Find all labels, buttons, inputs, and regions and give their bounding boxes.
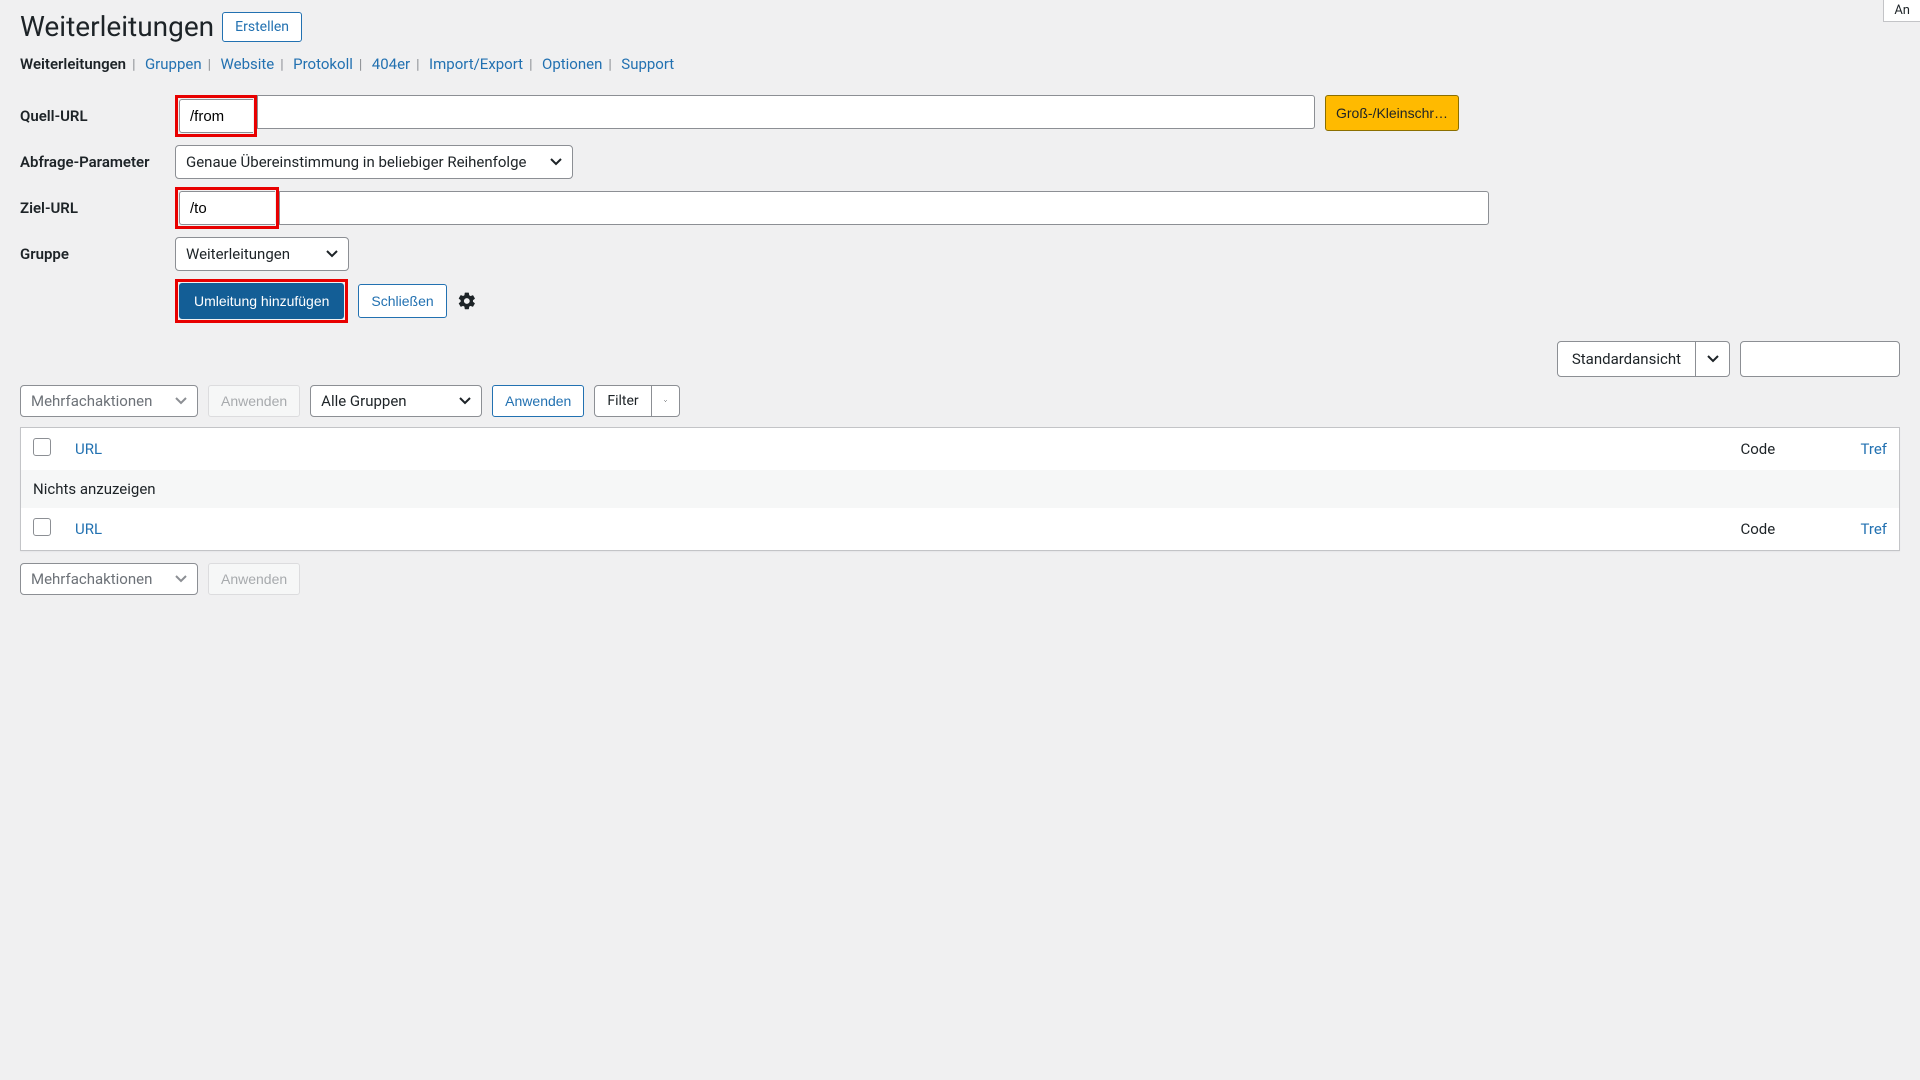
col-hits-header[interactable]: Tref: [1860, 440, 1887, 458]
col-code-header: Code: [1740, 440, 1775, 458]
bulk-actions-select-bottom[interactable]: Mehrfachaktionen: [20, 563, 198, 595]
col-hits-footer[interactable]: Tref: [1860, 520, 1887, 538]
filter-button[interactable]: Filter: [594, 385, 679, 417]
target-url-label: Ziel-URL: [20, 183, 175, 233]
query-param-label: Abfrage-Parameter: [20, 141, 175, 183]
separator: |: [132, 57, 135, 73]
tab-404[interactable]: 404er: [372, 55, 410, 73]
separator: |: [416, 57, 419, 73]
select-all-checkbox-foot[interactable]: [33, 518, 51, 536]
group-filter-select[interactable]: Alle Gruppen: [310, 385, 482, 417]
separator: |: [529, 57, 532, 73]
select-all-checkbox[interactable]: [33, 438, 51, 456]
separator: |: [608, 57, 611, 73]
col-url-footer[interactable]: URL: [75, 520, 102, 538]
group-value: Weiterleitungen: [186, 245, 290, 263]
bulk-actions-label: Mehrfachaktionen: [31, 392, 152, 410]
separator: |: [359, 57, 362, 73]
bulk-actions-select[interactable]: Mehrfachaktionen: [20, 385, 198, 417]
chevron-down-icon: [550, 158, 562, 166]
tab-support[interactable]: Support: [621, 55, 674, 73]
close-button[interactable]: Schließen: [358, 284, 446, 318]
tab-website[interactable]: Website: [221, 55, 275, 73]
group-label: Gruppe: [20, 233, 175, 275]
separator: |: [280, 57, 283, 73]
tab-bar: Weiterleitungen | Gruppen | Website | Proto…: [20, 55, 1900, 73]
view-label: Standardansicht: [1558, 342, 1695, 376]
chevron-down-icon: [175, 575, 187, 583]
highlight-target-url: [175, 187, 279, 229]
filter-label: Filter: [595, 386, 650, 416]
data-table: URL Code Tref Nichts anzuzeigen URL Code…: [20, 427, 1900, 551]
chevron-down-icon[interactable]: [651, 386, 679, 416]
source-url-input-cont[interactable]: [257, 95, 1315, 129]
add-redirect-button[interactable]: Umleitung hinzufügen: [179, 283, 344, 319]
create-button[interactable]: Erstellen: [222, 12, 302, 42]
highlight-source-url: [175, 95, 257, 137]
tab-import-export[interactable]: Import/Export: [429, 55, 523, 73]
group-filter-apply-button[interactable]: Anwenden: [492, 385, 584, 417]
bulk-apply-button[interactable]: Anwenden: [208, 385, 300, 417]
table-empty-text: Nichts anzuzeigen: [21, 470, 1900, 508]
chevron-down-icon[interactable]: [1695, 342, 1729, 376]
screen-options-button[interactable]: An: [1883, 0, 1920, 22]
gear-icon[interactable]: [457, 291, 477, 311]
tab-redirects[interactable]: Weiterleitungen: [20, 55, 126, 73]
source-url-label: Quell-URL: [20, 91, 175, 141]
bulk-apply-button-bottom[interactable]: Anwenden: [208, 563, 300, 595]
target-url-input[interactable]: [179, 191, 275, 225]
group-select[interactable]: Weiterleitungen: [175, 237, 349, 271]
group-filter-value: Alle Gruppen: [321, 392, 406, 410]
chevron-down-icon: [175, 397, 187, 405]
query-param-select[interactable]: Genaue Übereinstimmung in beliebiger Rei…: [175, 145, 573, 179]
highlight-add-redirect: Umleitung hinzufügen: [175, 279, 348, 323]
table-empty-row: Nichts anzuzeigen: [21, 470, 1900, 508]
col-url-header[interactable]: URL: [75, 440, 102, 458]
tab-groups[interactable]: Gruppen: [145, 55, 202, 73]
chevron-down-icon: [459, 397, 471, 405]
query-param-value: Genaue Übereinstimmung in beliebiger Rei…: [186, 153, 526, 171]
tab-options[interactable]: Optionen: [542, 55, 602, 73]
separator: |: [208, 57, 211, 73]
bulk-actions-label-bottom: Mehrfachaktionen: [31, 570, 152, 588]
search-input[interactable]: [1740, 341, 1900, 377]
target-url-input-cont[interactable]: [279, 191, 1489, 225]
col-code-footer: Code: [1740, 520, 1775, 538]
view-select[interactable]: Standardansicht: [1557, 341, 1730, 377]
case-toggle-button[interactable]: Groß-/Kleinschr…: [1325, 95, 1459, 131]
page-title: Weiterleitungen: [20, 10, 214, 43]
chevron-down-icon: [326, 250, 338, 258]
tab-protocol[interactable]: Protokoll: [293, 55, 353, 73]
source-url-input[interactable]: [179, 99, 253, 133]
